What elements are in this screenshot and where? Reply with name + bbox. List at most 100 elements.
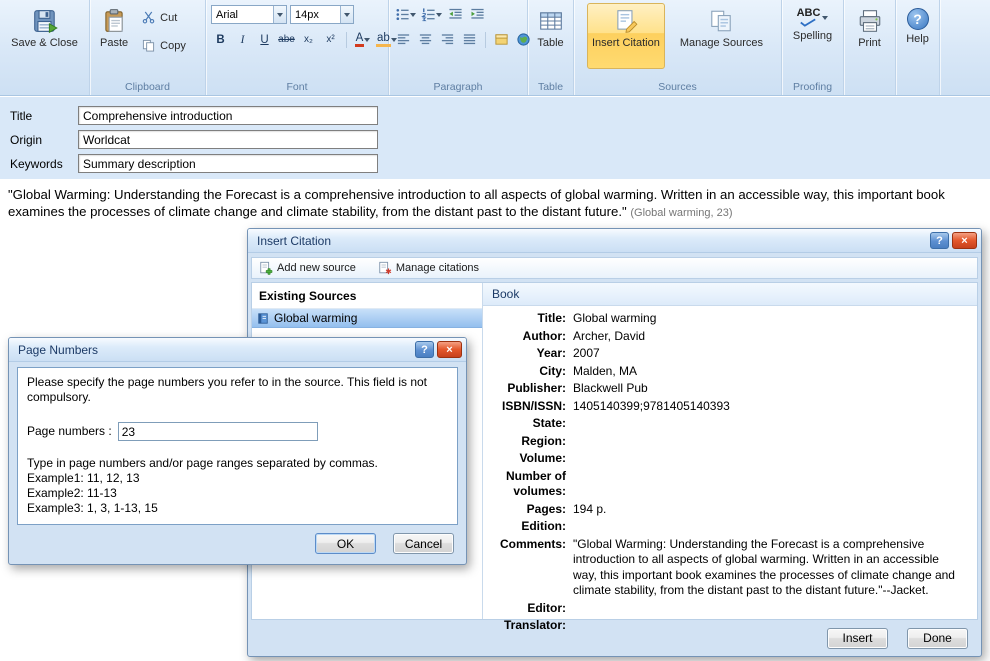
keywords-field-label: Keywords xyxy=(10,156,63,171)
page-numbers-footer: OK Cancel xyxy=(9,525,466,554)
source-list-item-selected[interactable]: Global warming xyxy=(252,309,482,328)
justify-button[interactable] xyxy=(460,30,479,49)
page-numbers-example-3: Example3: 1, 3, 1-13, 15 xyxy=(27,501,158,515)
shading-icon xyxy=(495,34,508,45)
proofing-group-label: Proofing xyxy=(792,81,833,93)
manage-citations-label: Manage citations xyxy=(395,262,480,274)
book-field-row: Region: xyxy=(483,433,977,451)
ribbon-group-help: ? Help xyxy=(896,0,940,95)
title-field-label: Title xyxy=(10,108,33,123)
book-field-row: Title: Global warming xyxy=(483,310,977,328)
dropdown-arrow-icon xyxy=(340,6,353,23)
dialog-help-button[interactable]: ? xyxy=(415,341,434,358)
table-button[interactable]: Table xyxy=(532,3,568,69)
print-button[interactable]: Print xyxy=(852,3,888,69)
help-button[interactable]: ? Help xyxy=(901,3,934,69)
book-field-label: Title: xyxy=(537,311,566,325)
dialog-close-button[interactable]: × xyxy=(952,232,977,249)
book-field-row: Volume: xyxy=(483,450,977,468)
title-input[interactable] xyxy=(78,106,378,125)
book-field-value xyxy=(571,468,977,501)
font-color-button[interactable]: A xyxy=(353,30,372,49)
spelling-button[interactable]: ABC Spelling xyxy=(788,3,837,69)
copy-icon xyxy=(143,39,155,52)
keywords-input[interactable] xyxy=(78,154,378,173)
book-field-row: Editor: xyxy=(483,600,977,618)
table-button-label: Table xyxy=(537,37,564,49)
save-close-button[interactable]: Save & Close xyxy=(6,3,83,69)
print-label: Print xyxy=(858,37,881,49)
dialog-close-button[interactable]: × xyxy=(437,341,462,358)
page-numbers-input[interactable] xyxy=(117,422,318,441)
increase-indent-button[interactable] xyxy=(468,5,487,24)
subscript-button[interactable]: x₂ xyxy=(299,30,318,49)
existing-sources-header: Existing Sources xyxy=(252,283,482,309)
book-field-row: Comments: "Global Warming: Understanding … xyxy=(483,536,977,600)
book-field-row: Edition: xyxy=(483,518,977,536)
font-family-value: Arial xyxy=(216,8,239,21)
manage-citations-button[interactable]: Manage citations xyxy=(378,261,479,275)
spelling-abc-icon: ABC xyxy=(797,8,820,27)
cut-label: Cut xyxy=(160,11,178,24)
copy-button[interactable]: Copy xyxy=(136,35,192,56)
book-field-row: Publisher: Blackwell Pub xyxy=(483,380,977,398)
add-new-source-button[interactable]: Add new source xyxy=(259,261,356,275)
book-detail-panel: Book Title: Global warming Author: Archer,… xyxy=(483,283,977,632)
page-numbers-instruction: Please specify the page numbers you refe… xyxy=(27,375,427,404)
font-size-select[interactable]: 14px xyxy=(290,5,354,24)
book-field-row: Number of volumes: xyxy=(483,468,977,501)
insert-citation-icon xyxy=(617,10,638,33)
align-center-button[interactable] xyxy=(416,30,435,49)
book-field-label: Pages: xyxy=(526,501,566,516)
done-button[interactable]: Done xyxy=(907,627,968,649)
origin-input[interactable] xyxy=(78,130,378,149)
help-label: Help xyxy=(906,33,929,45)
book-field-row: Year: 2007 xyxy=(483,345,977,363)
page-numbers-titlebar[interactable]: Page Numbers ? × xyxy=(9,338,466,362)
table-group-label: Table xyxy=(537,81,564,93)
book-field-value xyxy=(571,415,977,433)
underline-button[interactable]: U xyxy=(255,30,274,49)
book-field-value: "Global Warming: Understanding the Forec… xyxy=(573,536,955,598)
manage-sources-label: Manage Sources xyxy=(679,37,764,49)
insert-citation-toolbar: Add new source Manage citations xyxy=(251,257,978,279)
book-field-row: Pages: 194 p. xyxy=(483,501,977,519)
ok-button[interactable]: OK xyxy=(315,533,376,554)
book-panel-header: Book xyxy=(483,283,977,306)
add-source-icon xyxy=(260,261,273,275)
paste-button[interactable]: Paste xyxy=(95,3,133,69)
superscript-button[interactable]: x² xyxy=(321,30,340,49)
page-numbers-dialog: Page Numbers ? × Please specify the page… xyxy=(8,337,467,565)
book-field-value xyxy=(571,450,977,468)
book-icon xyxy=(258,312,268,324)
cancel-button[interactable]: Cancel xyxy=(393,533,454,554)
align-left-button[interactable] xyxy=(394,30,413,49)
metadata-form: Title Origin Keywords xyxy=(0,97,990,179)
insert-citation-titlebar[interactable]: Insert Citation ? × xyxy=(248,229,981,253)
manage-sources-icon xyxy=(711,10,732,32)
italic-button[interactable]: I xyxy=(233,30,252,49)
align-right-icon xyxy=(441,34,454,45)
bullet-list-button[interactable] xyxy=(394,5,417,24)
decrease-indent-button[interactable] xyxy=(446,5,465,24)
shading-button[interactable] xyxy=(492,30,511,49)
font-family-select[interactable]: Arial xyxy=(211,5,287,24)
dropdown-arrow-icon xyxy=(273,6,286,23)
document-text: "Global Warming: Understanding the Forec… xyxy=(8,186,984,222)
cut-button[interactable]: Cut xyxy=(136,7,192,28)
increase-indent-icon xyxy=(471,8,484,19)
insert-citation-button[interactable]: Insert Citation xyxy=(586,3,665,69)
manage-sources-button[interactable]: Manage Sources xyxy=(675,3,768,69)
page-numbers-hint: Type in page numbers and/or page ranges … xyxy=(27,456,378,470)
page-numbers-content: Please specify the page numbers you refe… xyxy=(17,367,458,525)
insert-citation-dialog-title: Insert Citation xyxy=(257,233,332,248)
align-right-button[interactable] xyxy=(438,30,457,49)
strikethrough-button[interactable]: abe xyxy=(277,30,296,49)
book-field-value: Blackwell Pub xyxy=(573,381,648,395)
clipboard-group-label: Clipboard xyxy=(125,81,170,93)
insert-button[interactable]: Insert xyxy=(827,627,888,649)
bold-button[interactable]: B xyxy=(211,30,230,49)
dialog-help-button[interactable]: ? xyxy=(930,232,949,249)
numbered-list-button[interactable] xyxy=(420,5,443,24)
ribbon-group-font: Arial 14px B I U abe x₂ x² A ab Font xyxy=(206,0,397,95)
